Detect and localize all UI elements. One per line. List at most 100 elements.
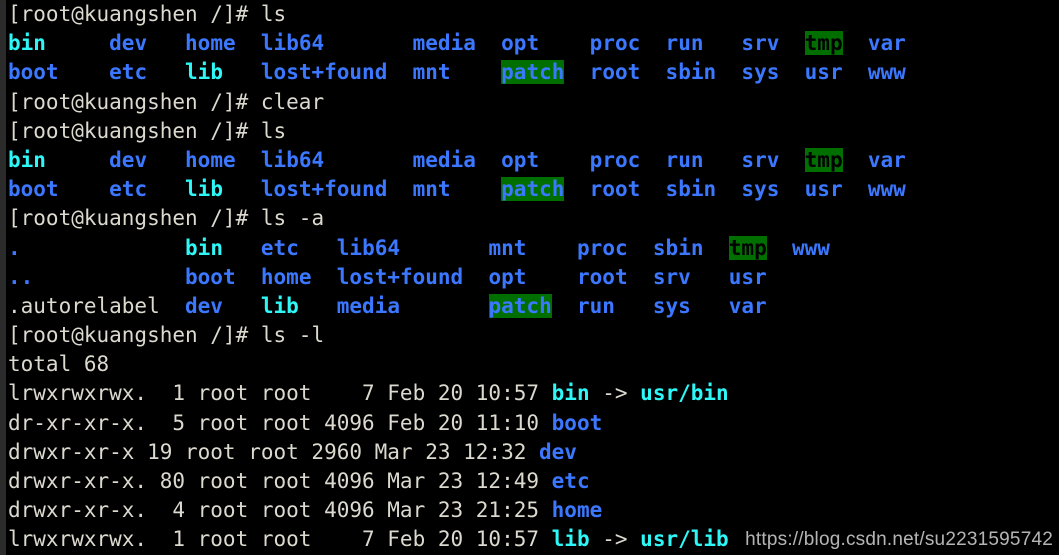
file-metadata: drwxr-xr-x 19 root root 2960 Mar 23 12:3…: [8, 439, 540, 464]
file-entry-www: www: [792, 235, 830, 260]
file-entry-sys: sys: [652, 293, 691, 318]
file-entry-boot: boot: [185, 264, 236, 289]
file-entry-usr: usr: [804, 177, 843, 202]
symlink-target: usr/bin: [640, 381, 729, 406]
file-entry-boot: boot: [551, 410, 603, 435]
file-entry-lib: lib: [185, 177, 223, 202]
terminal-screen[interactable]: [root@kuangshen /]# ls bin dev home lib64…: [8, 0, 1059, 555]
file-entry-etc: etc: [260, 235, 299, 260]
scrollbar-gutter[interactable]: [0, 0, 6, 555]
file-entry-sys: sys: [741, 177, 780, 202]
file-entry-sbin: sbin: [652, 235, 704, 260]
file-entry-media: media: [412, 147, 476, 172]
file-entry-bin: bin: [8, 147, 46, 172]
terminal-line: bin dev home lib64 media opt proc run sr…: [8, 29, 1059, 58]
file-entry-proc: proc: [589, 31, 641, 56]
shell-prompt: [root@kuangshen /]#: [8, 323, 261, 348]
terminal-line: dr-xr-xr-x. 5 root root 4096 Feb 20 11:1…: [8, 409, 1059, 438]
file-entry-root: root: [589, 60, 641, 85]
file-entry-media: media: [336, 293, 400, 318]
file-metadata: dr-xr-xr-x. 5 root root 4096 Feb 20 11:1…: [8, 410, 552, 435]
file-entry-etc: etc: [551, 469, 590, 493]
file-entry-usr: usr: [728, 264, 767, 289]
file-entry-patch: patch: [488, 293, 552, 318]
file-entry-home: home: [185, 31, 236, 56]
shell-command: clear: [260, 89, 325, 114]
terminal-line: lrwxrwxrwx. 1 root root 7 Feb 20 10:57 b…: [8, 379, 1059, 408]
terminal-line: drwxr-xr-x. 80 root root 4096 Mar 23 12:…: [8, 467, 1059, 496]
file-entry-mnt: mnt: [412, 60, 451, 85]
file-entry-sys: sys: [741, 60, 780, 85]
file-entry-srv: srv: [741, 31, 780, 56]
terminal-line: drwxr-xr-x. 4 root root 4096 Mar 23 21:2…: [8, 496, 1059, 525]
file-entry-dev: dev: [539, 439, 577, 464]
file-entry-opt: opt: [501, 147, 540, 172]
file-metadata: drwxr-xr-x. 4 root root 4096 Mar 23 21:2…: [8, 498, 552, 523]
shell-command: ls: [260, 118, 287, 143]
file-entry-srv: srv: [652, 264, 691, 289]
file-entry-run: run: [665, 31, 704, 56]
file-entry-lost+found: lost+found: [260, 60, 388, 85]
symlink-arrow: ->: [589, 381, 641, 406]
file-entry-patch: patch: [501, 177, 565, 202]
file-metadata: lrwxrwxrwx. 1 root root 7 Feb 20 10:57: [8, 527, 552, 552]
file-entry-dev: dev: [109, 31, 148, 56]
file-entry-www: www: [867, 60, 906, 85]
file-entry-var: var: [867, 31, 906, 56]
terminal-line: [root@kuangshen /]# ls -l: [8, 321, 1059, 350]
file-entry-home: home: [185, 147, 236, 172]
terminal-line: [root@kuangshen /]# ls -a: [8, 204, 1059, 233]
file-entry-bin: bin: [8, 31, 46, 56]
file-entry-68: 68: [83, 352, 110, 377]
terminal-window[interactable]: [root@kuangshen /]# ls bin dev home lib64…: [0, 0, 1059, 555]
terminal-line: drwxr-xr-x 19 root root 2960 Mar 23 12:3…: [8, 438, 1059, 467]
file-entry-lib64: lib64: [260, 147, 325, 172]
file-entry-sbin: sbin: [665, 60, 717, 85]
symlink-arrow: ->: [589, 527, 641, 552]
terminal-line: boot etc lib lost+found mnt patch root s…: [8, 58, 1059, 87]
terminal-line: .autorelabel dev lib media patch run sys…: [8, 292, 1059, 321]
file-entry-etc: etc: [109, 60, 148, 85]
shell-command: ls -a: [260, 206, 325, 231]
file-entry-lib: lib: [260, 293, 299, 318]
file-entry-run: run: [577, 293, 615, 318]
